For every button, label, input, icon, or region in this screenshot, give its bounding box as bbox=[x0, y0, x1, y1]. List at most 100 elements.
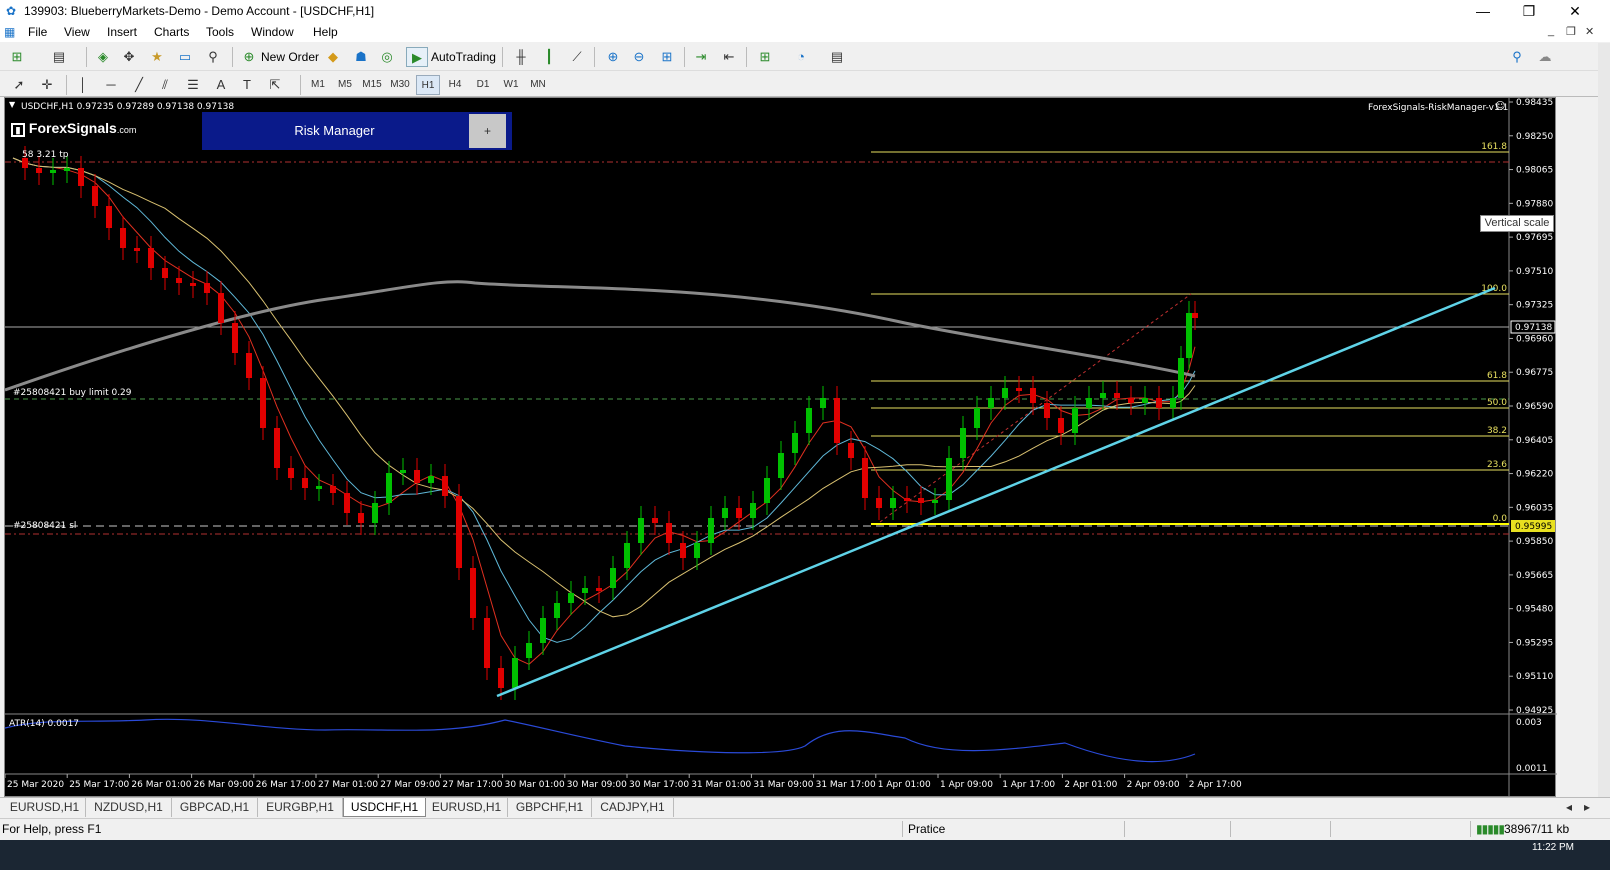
candle-body bbox=[680, 543, 686, 558]
status-bar: For Help, press F1 Pratice ▮▮▮▮▮ 38967/1… bbox=[0, 818, 1610, 838]
candle-body bbox=[694, 543, 700, 558]
equidistant-channel-icon[interactable]: ⫽ bbox=[154, 75, 176, 95]
candle-body bbox=[218, 293, 224, 323]
search-icon[interactable]: ⚲ bbox=[1506, 47, 1528, 67]
risk-manager-expand-button[interactable]: + bbox=[469, 114, 506, 148]
autotrading-icon[interactable]: ▶ bbox=[406, 47, 428, 67]
candle-body bbox=[722, 508, 728, 518]
bar-chart-icon[interactable]: ╫ bbox=[510, 47, 532, 67]
minimize-button[interactable]: — bbox=[1460, 0, 1506, 22]
tab-usdchf[interactable]: USDCHF,H1 bbox=[343, 798, 426, 817]
candle-body bbox=[330, 486, 336, 493]
menu-view[interactable]: View bbox=[64, 25, 90, 39]
metaeditor-icon[interactable]: ◆ bbox=[322, 47, 344, 67]
candle-body bbox=[1002, 388, 1008, 398]
tab-eurusd[interactable]: EURUSD,H1 bbox=[4, 798, 86, 817]
menu-file[interactable]: File bbox=[28, 25, 47, 39]
new-order-icon[interactable]: ⊕ bbox=[238, 47, 260, 67]
strategy-tester-icon[interactable]: ⚲ bbox=[202, 47, 224, 67]
tab-gbpcad[interactable]: GBPCAD,H1 bbox=[172, 798, 258, 817]
mdi-close-button[interactable]: ✕ bbox=[1585, 25, 1594, 38]
autoscroll-icon[interactable]: ⇥ bbox=[690, 47, 712, 67]
navigator-icon[interactable]: ★ bbox=[146, 47, 168, 67]
restore-button[interactable]: ❐ bbox=[1506, 0, 1552, 22]
market-watch-icon[interactable]: ◈ bbox=[92, 47, 114, 67]
market-icon[interactable]: ◎ bbox=[376, 47, 398, 67]
mdi-restore-button[interactable]: ❐ bbox=[1566, 25, 1576, 38]
candle-body bbox=[512, 658, 518, 688]
timeframe-w1[interactable]: W1 bbox=[499, 75, 523, 95]
horizontal-line-icon[interactable]: ─ bbox=[100, 75, 122, 95]
periods-icon[interactable]: ◔ bbox=[790, 47, 812, 67]
cursor-icon[interactable]: ➚ bbox=[8, 75, 30, 95]
time-axis-label: 30 Mar 09:00 bbox=[567, 780, 627, 790]
risk-manager-title[interactable]: Risk Manager bbox=[202, 112, 467, 150]
line-chart-icon[interactable]: ⟋ bbox=[566, 47, 588, 67]
zoom-out-icon[interactable]: ⊖ bbox=[628, 47, 650, 67]
timeframe-m15[interactable]: M15 bbox=[359, 75, 385, 95]
time-axis-label: 2 Apr 17:00 bbox=[1189, 780, 1242, 790]
timeframe-m5[interactable]: M5 bbox=[333, 75, 357, 95]
terminal-icon[interactable]: ▭ bbox=[174, 47, 196, 67]
candle-body bbox=[652, 518, 658, 523]
trendline-icon[interactable]: ╱ bbox=[128, 75, 150, 95]
timeframe-mn[interactable]: MN bbox=[526, 75, 550, 95]
timeframe-m30[interactable]: M30 bbox=[387, 75, 413, 95]
data-window-icon[interactable]: ✥ bbox=[118, 47, 140, 67]
arrows-icon[interactable]: ⇱ bbox=[264, 75, 286, 95]
tab-eurgbp[interactable]: EURGBP,H1 bbox=[258, 798, 343, 817]
tabs-scroll-right-icon[interactable]: ▸ bbox=[1580, 798, 1594, 817]
mdi-minimize-button[interactable]: _ bbox=[1548, 25, 1554, 37]
tab-nzdusd[interactable]: NZDUSD,H1 bbox=[86, 798, 172, 817]
menu-help[interactable]: Help bbox=[313, 25, 338, 39]
logo-mark-icon: ▮ bbox=[11, 123, 25, 137]
vertical-line-icon[interactable]: │ bbox=[72, 75, 94, 95]
price-chart[interactable]: 0.98435 0.98250 0.98065 0.97880 0.97695 0.975… bbox=[5, 98, 1557, 798]
right-scrollbar[interactable] bbox=[1598, 43, 1610, 797]
menu-window[interactable]: Window bbox=[251, 25, 294, 39]
templates-icon[interactable]: ▤ bbox=[826, 47, 848, 67]
timeframe-m1[interactable]: M1 bbox=[306, 75, 330, 95]
timeframe-h4[interactable]: H4 bbox=[443, 75, 467, 95]
signals-icon[interactable]: ☗ bbox=[350, 47, 372, 67]
menu-insert[interactable]: Insert bbox=[107, 25, 137, 39]
text-label-icon[interactable]: T bbox=[236, 75, 258, 95]
chart-window[interactable]: 0.98435 0.98250 0.98065 0.97880 0.97695 0.975… bbox=[4, 97, 1557, 798]
candle-body bbox=[428, 476, 434, 483]
autotrading-button[interactable]: AutoTrading bbox=[428, 47, 499, 67]
timeframe-h1[interactable]: H1 bbox=[416, 75, 440, 95]
chart-collapse-icon[interactable]: ▼ bbox=[9, 100, 15, 109]
candle-body bbox=[120, 228, 126, 248]
tab-gbpchf[interactable]: GBPCHF,H1 bbox=[508, 798, 592, 817]
timeframe-d1[interactable]: D1 bbox=[471, 75, 495, 95]
new-order-button[interactable]: New Order bbox=[258, 47, 322, 67]
candle-body bbox=[1178, 358, 1184, 398]
chat-icon[interactable]: ☁ bbox=[1534, 47, 1556, 67]
profiles-icon[interactable]: ▤ bbox=[48, 47, 70, 67]
candlestick-icon[interactable]: ┃ bbox=[538, 47, 560, 67]
indicators-icon[interactable]: ⊞ bbox=[754, 47, 776, 67]
zoom-in-icon[interactable]: ⊕ bbox=[602, 47, 624, 67]
candle-body bbox=[386, 473, 392, 503]
tile-windows-icon[interactable]: ⊞ bbox=[656, 47, 678, 67]
tabs-scroll-left-icon[interactable]: ◂ bbox=[1562, 798, 1576, 817]
new-chart-icon[interactable]: ⊞ bbox=[6, 47, 28, 67]
time-axis-label: 27 Mar 09:00 bbox=[380, 780, 440, 790]
atr-axis-label: 0.003 bbox=[1516, 718, 1542, 728]
price-axis-label: 0.95850 bbox=[1516, 537, 1553, 547]
candle-body bbox=[1156, 398, 1162, 408]
tab-eurusd-2[interactable]: EURUSD,H1 bbox=[426, 798, 508, 817]
indicator-name: ForexSignals-RiskManager-v1.1 bbox=[1368, 103, 1509, 113]
time-axis-label: 30 Mar 17:00 bbox=[629, 780, 689, 790]
fibonacci-icon[interactable]: ☰ bbox=[182, 75, 204, 95]
crosshair-icon[interactable]: ✛ bbox=[36, 75, 58, 95]
price-axis-label: 0.95110 bbox=[1516, 672, 1553, 682]
menu-tools[interactable]: Tools bbox=[206, 25, 234, 39]
candle-body bbox=[302, 478, 308, 488]
price-axis-label: 0.94925 bbox=[1516, 706, 1553, 716]
close-button[interactable]: ✕ bbox=[1552, 0, 1598, 22]
text-icon[interactable]: A bbox=[210, 75, 232, 95]
chart-shift-icon[interactable]: ⇤ bbox=[718, 47, 740, 67]
menu-charts[interactable]: Charts bbox=[154, 25, 189, 39]
tab-cadjpy[interactable]: CADJPY,H1 bbox=[592, 798, 674, 817]
